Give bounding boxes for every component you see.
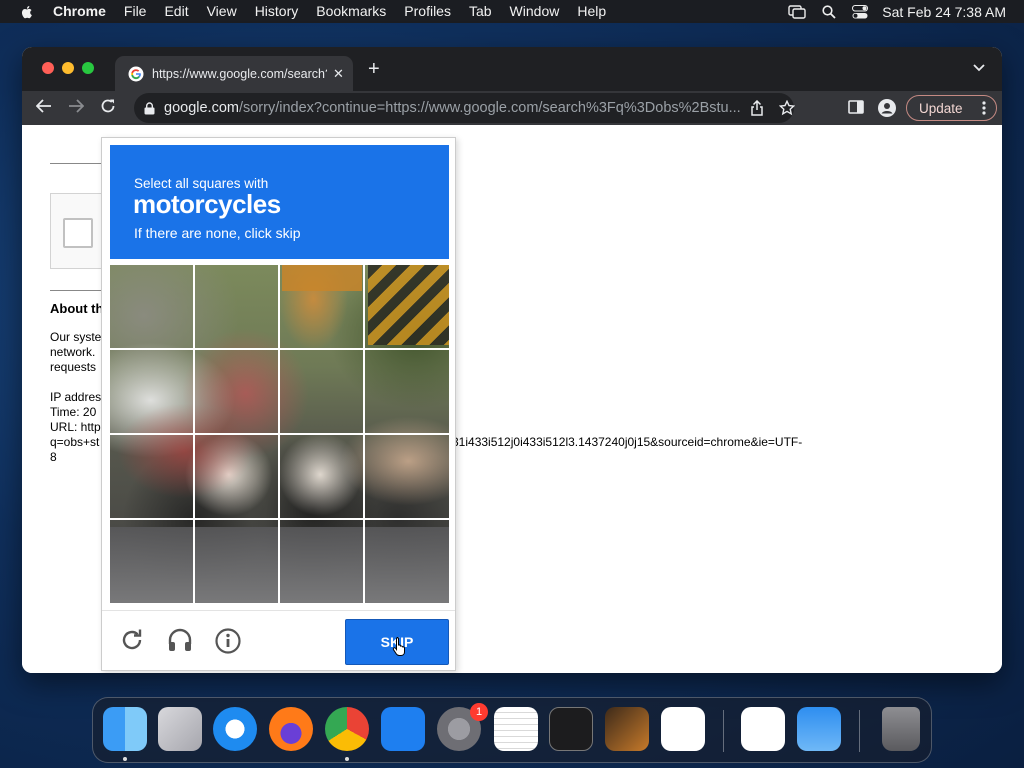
about-para-line3: requests <box>50 360 97 374</box>
menu-app-name[interactable]: Chrome <box>45 0 115 23</box>
menu-bookmarks[interactable]: Bookmarks <box>307 0 395 23</box>
update-label: Update <box>919 100 963 116</box>
terminal-icon[interactable] <box>549 707 593 751</box>
url-tail-end-text: 8 <box>50 450 57 464</box>
menu-file[interactable]: File <box>115 0 156 23</box>
challenge-tile[interactable] <box>364 519 449 603</box>
reload-challenge-icon[interactable] <box>120 628 144 652</box>
weather-icon[interactable] <box>797 707 841 751</box>
textedit-icon[interactable] <box>494 707 538 751</box>
window-controls <box>42 62 94 74</box>
menu-view[interactable]: View <box>198 0 246 23</box>
back-arrow-icon[interactable] <box>36 98 52 114</box>
info-icon[interactable] <box>215 628 241 654</box>
garageband-icon[interactable] <box>605 707 649 751</box>
tab-search-chevron-icon[interactable] <box>973 64 985 72</box>
app-store-icon[interactable] <box>381 707 425 751</box>
challenge-tile[interactable] <box>110 265 195 350</box>
close-window-button[interactable] <box>42 62 54 74</box>
more-menu-icon[interactable] <box>982 101 986 115</box>
url-query-text: q=obs+st <box>50 435 100 449</box>
challenge-tile[interactable] <box>195 519 280 603</box>
minimize-window-button[interactable] <box>62 62 74 74</box>
time-text: Time: 20 <box>50 405 97 419</box>
recaptcha-checkbox[interactable] <box>63 218 93 248</box>
google-favicon-icon <box>128 66 144 81</box>
update-button[interactable]: Update <box>906 95 997 121</box>
dock: 1 <box>92 697 932 763</box>
audio-challenge-icon[interactable] <box>167 628 193 652</box>
tab-title: https://www.google.com/search?q=obs <box>152 66 327 81</box>
url-text[interactable]: google.com/sorry/index?continue=https://… <box>164 100 764 116</box>
about-para-line2: network. <box>50 345 96 359</box>
trash-icon[interactable] <box>882 707 920 751</box>
url-label-text: URL: http <box>50 420 101 434</box>
reload-icon[interactable] <box>100 98 116 114</box>
running-indicator <box>345 757 349 761</box>
close-tab-icon[interactable]: ✕ <box>333 66 344 82</box>
challenge-tile[interactable] <box>280 350 365 435</box>
lock-icon[interactable] <box>144 101 155 115</box>
firefox-icon[interactable] <box>269 707 313 751</box>
url-host: google.com <box>164 100 239 116</box>
menu-history[interactable]: History <box>246 0 308 23</box>
challenge-tile[interactable] <box>364 265 449 350</box>
menu-profiles[interactable]: Profiles <box>395 0 460 23</box>
menu-bar: Chrome File Edit View History Bookmarks … <box>0 0 1024 23</box>
menu-window[interactable]: Window <box>501 0 569 23</box>
apple-icon[interactable] <box>19 4 35 20</box>
running-indicator <box>123 757 127 761</box>
ip-address-text: IP addres <box>50 390 102 404</box>
launchpad-icon[interactable] <box>158 707 202 751</box>
dock-separator <box>723 710 724 752</box>
challenge-header: Select all squares with motorcycles If t… <box>110 145 449 259</box>
bookmark-star-icon[interactable] <box>779 100 795 116</box>
url-path: /sorry/index?continue=https://www.google… <box>238 100 741 116</box>
challenge-tile[interactable] <box>364 350 449 435</box>
profile-avatar-icon[interactable] <box>878 99 896 117</box>
spotlight-search-icon[interactable] <box>822 4 836 19</box>
side-panel-icon[interactable] <box>848 99 864 115</box>
challenge-skip-hint: If there are none, click skip <box>134 225 301 241</box>
challenge-tile[interactable] <box>195 265 280 350</box>
forward-arrow-icon[interactable] <box>68 98 84 114</box>
challenge-tile[interactable] <box>110 350 195 435</box>
challenge-tile[interactable] <box>364 435 449 520</box>
challenge-tile[interactable] <box>110 519 195 603</box>
about-heading: About th <box>50 301 104 316</box>
hand-pointer-cursor-icon <box>392 637 405 656</box>
about-para-line1: Our syste <box>50 330 102 344</box>
challenge-tile[interactable] <box>195 435 280 520</box>
browser-tab[interactable]: https://www.google.com/search?q=obs ✕ <box>115 56 353 91</box>
finder-icon[interactable] <box>103 707 147 751</box>
menu-tab[interactable]: Tab <box>460 0 501 23</box>
notification-badge: 1 <box>470 703 488 721</box>
tab-strip: https://www.google.com/search?q=obs ✕ + <box>22 47 1002 91</box>
challenge-tile[interactable] <box>280 435 365 520</box>
challenge-target: motorcycles <box>133 189 281 219</box>
browser-toolbar: google.com/sorry/index?continue=https://… <box>22 91 1002 125</box>
menu-clock[interactable]: Sat Feb 24 7:38 AM <box>882 4 1006 20</box>
challenge-tile[interactable] <box>280 265 365 350</box>
zoom-window-button[interactable] <box>82 62 94 74</box>
challenge-tile[interactable] <box>110 435 195 520</box>
address-bar[interactable]: google.com/sorry/index?continue=https://… <box>134 93 795 123</box>
visual-studio-icon[interactable] <box>741 707 785 751</box>
new-tab-button[interactable]: + <box>368 59 380 79</box>
control-center-icon[interactable] <box>852 4 869 19</box>
safari-icon[interactable] <box>213 707 257 751</box>
recaptcha-challenge-dialog: Select all squares with motorcycles If t… <box>101 137 456 671</box>
dock-separator <box>859 710 860 752</box>
menu-edit[interactable]: Edit <box>155 0 197 23</box>
vscode-icon[interactable] <box>661 707 705 751</box>
chrome-icon[interactable] <box>325 707 369 751</box>
challenge-tile[interactable] <box>280 519 365 603</box>
menu-help[interactable]: Help <box>568 0 615 23</box>
challenge-tile[interactable] <box>195 350 280 435</box>
url-tail-text: 31i433i512j0i433i512l3.1437240j0j15&sour… <box>452 435 803 449</box>
share-icon[interactable] <box>750 100 764 116</box>
challenge-image-grid <box>110 265 449 603</box>
screen-mirroring-icon[interactable] <box>788 4 806 19</box>
